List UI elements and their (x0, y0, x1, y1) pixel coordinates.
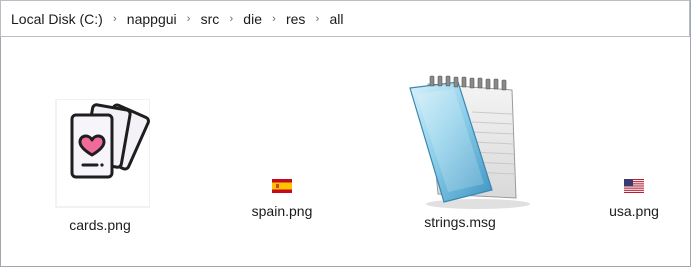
file-name[interactable]: usa.png (584, 203, 684, 219)
file-name[interactable]: cards.png (50, 217, 150, 233)
notepad-icon (409, 75, 530, 209)
file-item-cards[interactable]: cards.png (50, 99, 150, 233)
cards-icon (55, 99, 150, 208)
chevron-right-icon[interactable]: › (179, 13, 199, 25)
file-item-spain[interactable]: spain.png (232, 179, 332, 219)
breadcrumb-res[interactable]: res (284, 11, 307, 27)
file-name[interactable]: spain.png (232, 203, 332, 219)
usa-flag-icon (624, 179, 644, 193)
breadcrumb-die[interactable]: die (241, 11, 264, 27)
chevron-right-icon[interactable]: › (307, 13, 327, 25)
file-item-usa[interactable]: usa.png (584, 179, 684, 219)
address-bar[interactable]: Local Disk (C:) › nappgui › src › die › … (0, 0, 690, 37)
chevron-right-icon[interactable]: › (264, 13, 284, 25)
breadcrumb-all[interactable]: all (327, 11, 345, 27)
file-list: cards.png spain.png strings.msg usa.png (0, 37, 690, 266)
spain-flag-icon (272, 179, 292, 193)
chevron-right-icon[interactable]: › (105, 13, 125, 25)
breadcrumb-local-disk[interactable]: Local Disk (C:) (9, 11, 105, 27)
breadcrumb-src[interactable]: src (199, 11, 222, 27)
file-item-strings[interactable]: strings.msg (380, 72, 540, 230)
chevron-right-icon[interactable]: › (221, 13, 241, 25)
breadcrumb-nappgui[interactable]: nappgui (125, 11, 179, 27)
file-name[interactable]: strings.msg (380, 214, 540, 230)
